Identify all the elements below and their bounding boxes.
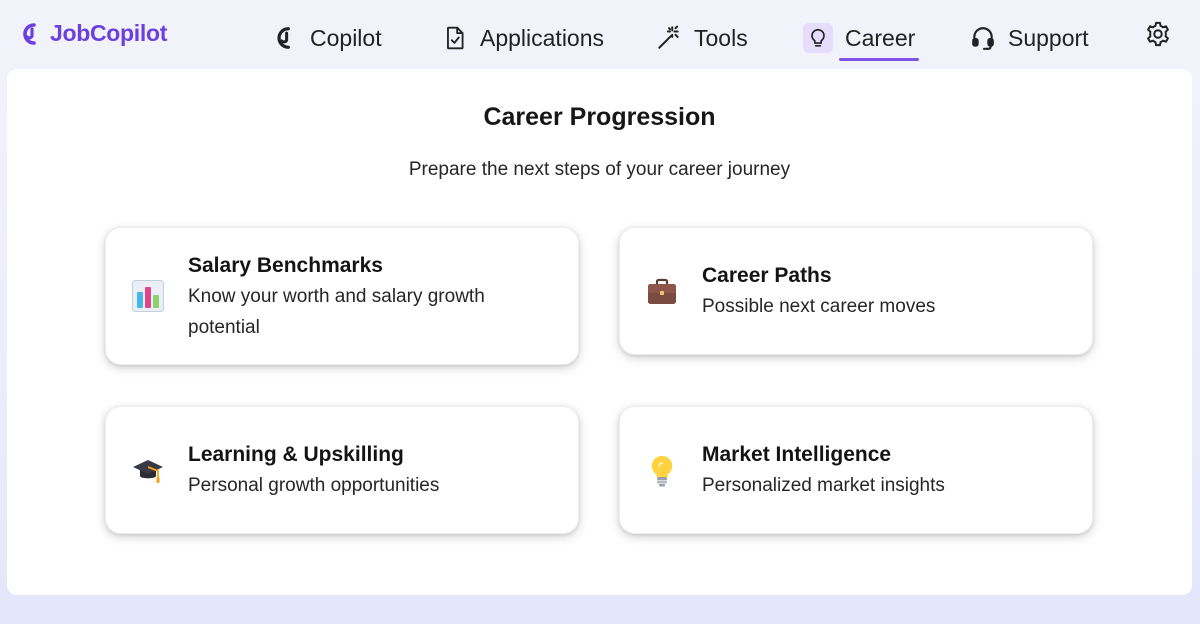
card-title: Career Paths xyxy=(702,264,832,287)
headset-icon xyxy=(970,25,996,51)
lightbulb-icon xyxy=(803,23,833,53)
active-tab-indicator xyxy=(839,58,919,61)
top-nav: JobCopilot Copilot Applications Tools Ca… xyxy=(0,0,1200,72)
career-panel: Career Progression Prepare the next step… xyxy=(7,69,1192,595)
nav-career[interactable]: Career xyxy=(803,18,915,58)
nav-tools[interactable]: Tools xyxy=(656,18,748,58)
card-description: Know your worth and salary growth potent… xyxy=(188,286,485,338)
card-salary-benchmarks[interactable]: Salary Benchmarks Know your worth and sa… xyxy=(105,227,579,365)
bar-chart-icon xyxy=(128,276,168,316)
card-title: Learning & Upskilling xyxy=(188,443,404,466)
lightbulb-icon xyxy=(642,451,682,491)
magic-wand-icon xyxy=(656,25,682,51)
card-career-paths[interactable]: Career Paths Possible next career moves xyxy=(619,227,1093,355)
card-title: Salary Benchmarks xyxy=(188,254,383,277)
page-subtitle: Prepare the next steps of your career jo… xyxy=(408,159,791,180)
gear-icon[interactable] xyxy=(1144,20,1172,48)
card-description: Personal growth opportunities xyxy=(188,475,440,496)
card-title: Market Intelligence xyxy=(702,443,892,466)
nav-support[interactable]: Support xyxy=(970,18,1089,58)
brand-name: JobCopilot xyxy=(50,20,168,46)
document-check-icon xyxy=(442,25,468,51)
briefcase-icon xyxy=(642,272,682,312)
graduation-cap-icon xyxy=(128,451,168,491)
card-description: Personalized market insights xyxy=(702,475,945,496)
nav-support-label: Support xyxy=(1008,24,1089,51)
page-title: Career Progression xyxy=(483,103,716,131)
card-learning-upskilling[interactable]: Learning & Upskilling Personal growth op… xyxy=(105,406,579,534)
nav-applications[interactable]: Applications xyxy=(442,18,604,58)
brand-logo[interactable]: JobCopilot xyxy=(18,20,167,47)
card-description: Possible next career moves xyxy=(702,296,936,317)
jobcopilot-logo-icon xyxy=(23,22,36,45)
nav-career-label: Career xyxy=(845,24,916,51)
nav-applications-label: Applications xyxy=(480,24,605,51)
nav-copilot[interactable]: Copilot xyxy=(272,18,382,58)
copilot-icon xyxy=(272,25,298,51)
nav-tools-label: Tools xyxy=(694,24,748,51)
nav-copilot-label: Copilot xyxy=(310,24,382,51)
card-market-intelligence[interactable]: Market Intelligence Personalized market … xyxy=(619,406,1093,534)
